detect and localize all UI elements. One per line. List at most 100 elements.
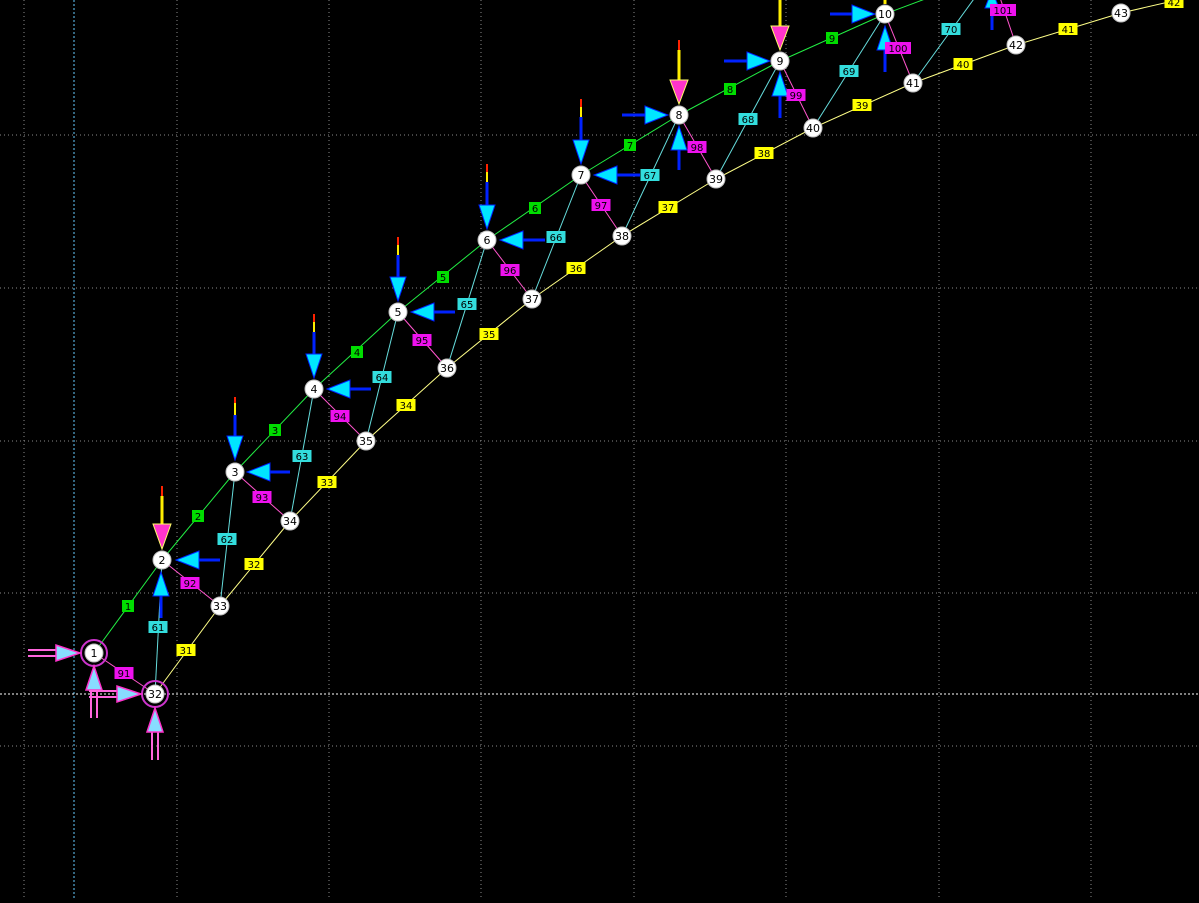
node-10[interactable]: 10 [875, 4, 895, 24]
node-37[interactable]: 37 [522, 289, 542, 309]
member-label-text: 68 [742, 115, 755, 126]
top-member-label: 8 [724, 83, 736, 96]
bottom-member-label: 34 [396, 399, 416, 412]
node-label: 5 [395, 306, 402, 319]
node-39[interactable]: 39 [706, 169, 726, 189]
node-5[interactable]: 5 [388, 302, 408, 322]
member-label-text: 5 [440, 273, 446, 284]
web-magenta-member-label: 99 [786, 89, 806, 102]
node-40[interactable]: 40 [803, 118, 823, 138]
top-member-label: 6 [529, 202, 541, 215]
member-label-text: 96 [504, 266, 517, 277]
node-label: 10 [878, 8, 892, 21]
node-label: 39 [709, 173, 723, 186]
truss-canvas[interactable]: 123456789 313233343536373839404142 61626… [0, 0, 1199, 899]
node-32[interactable]: 32 [145, 684, 165, 704]
web-magenta-member-label: 101 [990, 4, 1016, 17]
member-label-text: 39 [856, 101, 869, 112]
top-member-label: 5 [437, 271, 449, 284]
node-38[interactable]: 38 [612, 226, 632, 246]
node-8[interactable]: 8 [669, 105, 689, 125]
member-label-text: 95 [416, 336, 429, 347]
member-label-text: 8 [727, 85, 733, 96]
member-label-text: 33 [321, 478, 334, 489]
node-9[interactable]: 9 [770, 51, 790, 71]
bottom-member-label: 36 [566, 262, 586, 275]
member-label-text: 93 [256, 493, 269, 504]
node-label: 4 [311, 383, 318, 396]
member-label-text: 64 [376, 373, 389, 384]
member-label-text: 9 [829, 34, 835, 45]
web-magenta-member-label: 97 [591, 199, 611, 212]
node-label: 9 [777, 55, 784, 68]
node-label: 2 [159, 554, 166, 567]
node-43[interactable]: 43 [1111, 3, 1131, 23]
bottom-member-label: 40 [953, 58, 973, 71]
node-label: 8 [676, 109, 683, 122]
node-6[interactable]: 6 [477, 230, 497, 250]
bottom-member-label: 38 [754, 147, 774, 160]
web-magenta-member-label: 96 [500, 264, 520, 277]
web-magenta-member-label: 93 [252, 491, 272, 504]
member-label-text: 6 [532, 204, 538, 215]
node-42[interactable]: 42 [1006, 35, 1026, 55]
node-label: 38 [615, 230, 629, 243]
node-label: 36 [440, 362, 454, 375]
node-label: 41 [906, 77, 920, 90]
web-magenta-member-label: 95 [412, 334, 432, 347]
member-label-text: 40 [957, 60, 970, 71]
top-member-label: 2 [192, 510, 204, 523]
node-2[interactable]: 2 [152, 550, 172, 570]
member-label-text: 62 [221, 535, 234, 546]
member-label-text: 32 [248, 560, 261, 571]
member-label-text: 65 [461, 300, 474, 311]
bottom-member-label: 31 [176, 644, 196, 657]
bottom-member-label: 37 [658, 201, 678, 214]
member-label-text: 66 [550, 233, 563, 244]
web-cyan-member-label: 69 [839, 65, 859, 78]
web-cyan-member-label: 68 [738, 113, 758, 126]
web-magenta-member-label: 94 [330, 410, 350, 423]
structural-model-viewport[interactable]: 123456789 31 32 33 34 35 36 37 38 39 40 41 42 61 62 6… [0, 0, 1199, 899]
member-label-text: 7 [627, 141, 633, 152]
top-member-label: 4 [351, 346, 363, 359]
node-label: 7 [578, 169, 585, 182]
web-cyan-member-label: 65 [457, 298, 477, 311]
node-3[interactable]: 3 [225, 462, 245, 482]
web-cyan-member-label: 64 [372, 371, 392, 384]
member-label-text: 35 [483, 330, 496, 341]
bottom-member-label: 42 [1164, 0, 1184, 9]
node-41[interactable]: 41 [903, 73, 923, 93]
node-36[interactable]: 36 [437, 358, 457, 378]
node-label: 43 [1114, 7, 1128, 20]
node-33[interactable]: 33 [210, 596, 230, 616]
web-magenta-member-label: 100 [885, 42, 911, 55]
member-label-text: 34 [400, 401, 413, 412]
web-cyan-member-label: 63 [292, 450, 312, 463]
node-35[interactable]: 35 [356, 431, 376, 451]
node-label: 42 [1009, 39, 1023, 52]
node-34[interactable]: 34 [280, 511, 300, 531]
member-label-text: 3 [272, 426, 278, 437]
member-label-text: 101 [993, 6, 1012, 17]
member-label-text: 41 [1062, 25, 1075, 36]
member-label-text: 70 [945, 25, 958, 36]
member-label-text: 67 [644, 171, 657, 182]
node-1[interactable]: 1 [84, 643, 104, 663]
node-label: 40 [806, 122, 820, 135]
web-cyan-member-label: 66 [546, 231, 566, 244]
top-member-label: 1 [122, 600, 134, 613]
member-label-text: 4 [354, 348, 360, 359]
node-label: 1 [91, 647, 98, 660]
node-label: 3 [232, 466, 239, 479]
member-label-text: 61 [152, 623, 165, 634]
node-label: 6 [484, 234, 491, 247]
top-member-label: 7 [624, 139, 636, 152]
bottom-member-label: 32 [244, 558, 264, 571]
top-member-label: 9 [826, 32, 838, 45]
web-magenta-member-label: 92 [180, 577, 200, 590]
member-label-text: 42 [1168, 0, 1181, 9]
node-4[interactable]: 4 [304, 379, 324, 399]
node-7[interactable]: 7 [571, 165, 591, 185]
bottom-member-label: 33 [317, 476, 337, 489]
